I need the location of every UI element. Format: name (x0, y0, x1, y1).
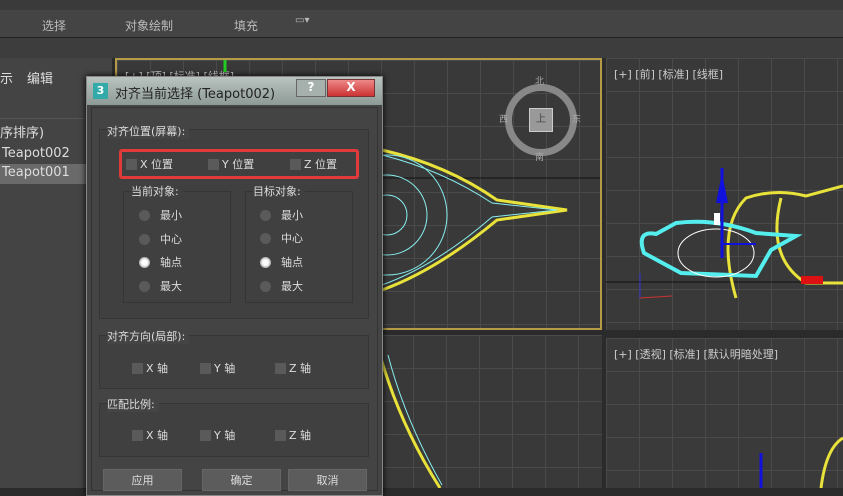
orient-z-checkbox[interactable]: Z 轴 (275, 360, 311, 376)
ribbon-dropdown-icon[interactable]: ▭▾ (295, 15, 309, 26)
menu-edit[interactable]: 编辑 (27, 68, 53, 87)
target-center-radio[interactable]: 中心 (260, 230, 303, 246)
teapot-wireframe-front (606, 168, 843, 299)
help-button[interactable]: ? (296, 79, 326, 97)
align-position-label: 对齐位置(屏幕): (107, 123, 190, 139)
teapot-wireframe-left (380, 354, 443, 488)
scale-x-checkbox[interactable]: X 轴 (132, 427, 168, 443)
close-button[interactable]: X (327, 79, 375, 97)
tab-object-paint[interactable]: 对象绘制 (125, 17, 173, 34)
viewcube-east[interactable]: 东 (572, 112, 581, 125)
dialog-title: 对齐当前选择 (Teapot002) (115, 87, 276, 102)
y-position-checkbox[interactable]: Y 位置 (208, 156, 254, 172)
viewcube-west[interactable]: 西 (499, 112, 508, 125)
ribbon: 选择 对象绘制 填充 ▭▾ (0, 10, 843, 38)
current-pivot-radio[interactable]: 轴点 (139, 254, 182, 270)
viewport-front[interactable]: [+] [前] [标准] [线框] (606, 58, 843, 330)
orient-x-checkbox[interactable]: X 轴 (132, 360, 168, 376)
viewport-left[interactable] (380, 335, 602, 488)
viewport-perspective[interactable]: [+] [透视] [标准] [默认明暗处理] (606, 338, 843, 488)
app-icon: 3 (93, 83, 108, 99)
orient-y-checkbox[interactable]: Y 轴 (200, 360, 235, 376)
target-min-radio[interactable]: 最小 (260, 207, 303, 223)
target-max-radio[interactable]: 最大 (260, 278, 303, 294)
viewcube-south[interactable]: 南 (535, 150, 544, 163)
target-pivot-radio[interactable]: 轴点 (260, 254, 303, 270)
z-position-checkbox[interactable]: Z 位置 (290, 156, 337, 172)
sort-column-header[interactable]: 序排序) (0, 122, 44, 141)
current-min-radio[interactable]: 最小 (139, 207, 182, 223)
scale-z-checkbox[interactable]: Z 轴 (275, 427, 311, 443)
main-toolbar (0, 0, 843, 10)
dialog-titlebar[interactable]: 3 对齐当前选择 (Teapot002) ? X (87, 77, 382, 105)
current-center-radio[interactable]: 中心 (139, 231, 182, 247)
tab-populate[interactable]: 填充 (234, 17, 258, 34)
viewcube-north[interactable]: 北 (535, 74, 544, 87)
menu-display[interactable]: 示 (0, 68, 13, 87)
align-selection-dialog: 3 对齐当前选择 (Teapot002) ? X 对齐位置(屏幕): X 位置 … (86, 76, 383, 496)
viewcube[interactable]: 上 (505, 84, 577, 156)
tab-selection[interactable]: 选择 (42, 17, 66, 34)
teapot-perspective (759, 436, 843, 488)
current-max-radio[interactable]: 最大 (139, 278, 182, 294)
x-position-checkbox[interactable]: X 位置 (126, 156, 173, 172)
scale-y-checkbox[interactable]: Y 轴 (200, 427, 235, 443)
list-item[interactable]: Teapot002 (2, 146, 70, 161)
ribbon-panel (0, 38, 843, 58)
